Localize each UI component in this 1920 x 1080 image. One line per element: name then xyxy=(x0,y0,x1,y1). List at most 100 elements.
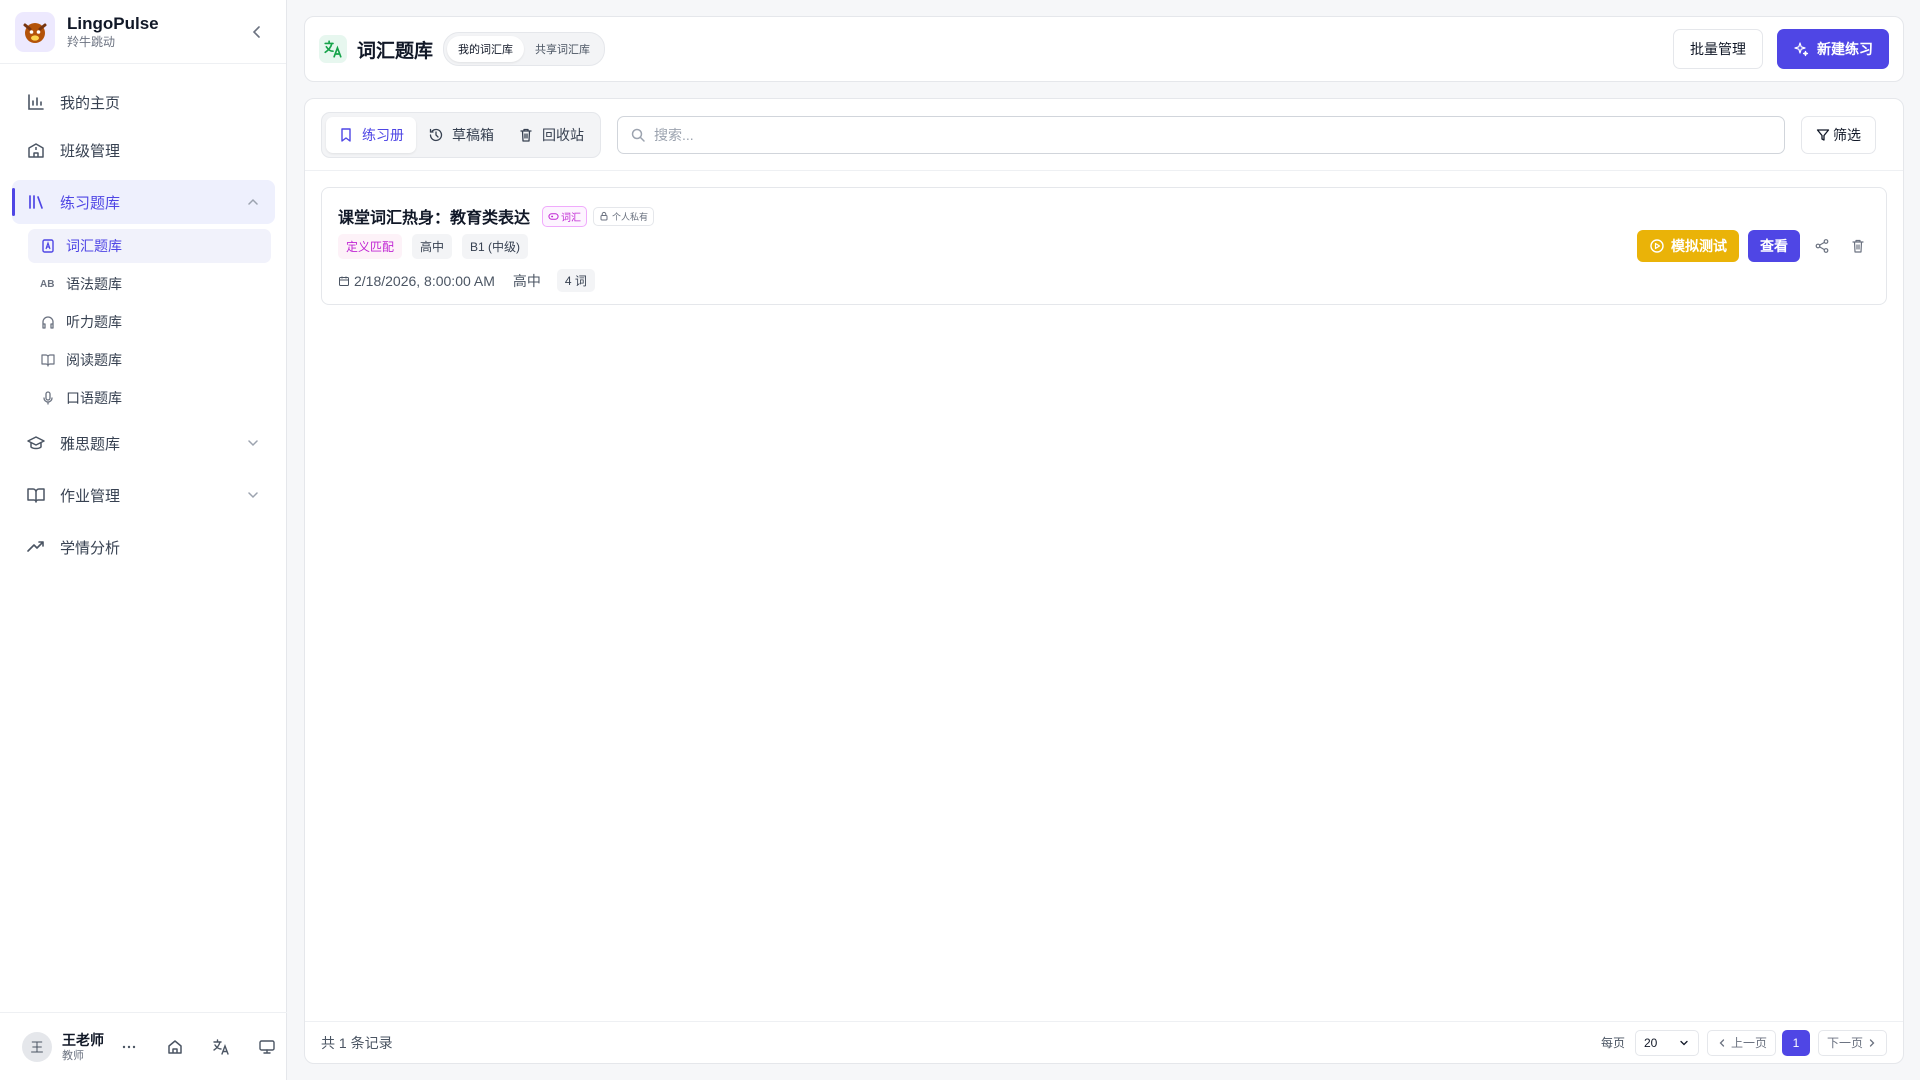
card-level: 高中 xyxy=(512,272,541,289)
sidebar-subitem-label: 听力题库 xyxy=(66,314,122,330)
chevron-down-icon xyxy=(245,487,261,503)
mock-test-button[interactable]: 模拟测试 xyxy=(1637,230,1739,262)
sidebar-item-label: 雅思题库 xyxy=(60,435,121,453)
word-count-badge: 4 词 xyxy=(556,269,595,292)
lock-icon xyxy=(600,211,608,221)
library-scope-toggle: 我的词汇库 共享词汇库 xyxy=(443,32,606,66)
sidebar-subitem-label: 词汇题库 xyxy=(66,238,122,254)
chevron-down-icon xyxy=(1680,1040,1688,1045)
new-practice-button[interactable]: 新建练习 xyxy=(1777,29,1889,69)
segment-my-library[interactable]: 我的词汇库 xyxy=(447,36,525,62)
user-role: 教师 xyxy=(62,1049,84,1062)
tab-workbook[interactable]: 练习册 xyxy=(326,116,416,153)
chevron-down-icon xyxy=(245,435,261,451)
sidebar-item-label: 练习题库 xyxy=(60,194,121,212)
toolbar: 练习册 草稿箱 回收站 筛选 xyxy=(305,99,1903,171)
tab-drafts[interactable]: 草稿箱 xyxy=(416,117,506,153)
sidebar-item-label: 班级管理 xyxy=(60,142,121,160)
page-size-select[interactable]: 20 xyxy=(1634,1029,1699,1056)
privacy-tag: 个人私有 xyxy=(593,206,655,226)
home-icon[interactable] xyxy=(160,1032,190,1062)
card-date: 2/18/2026, 8:00:00 AM xyxy=(354,272,495,289)
school-icon xyxy=(26,140,46,160)
card-title: 课堂词汇热身：教育类表达 xyxy=(338,210,531,227)
app-name: LingoPulse xyxy=(67,13,159,33)
gamepad-icon xyxy=(548,212,559,220)
page-title: 词汇题库 xyxy=(357,40,434,62)
book-open-icon xyxy=(26,485,46,505)
chevron-left-icon xyxy=(1719,1038,1725,1047)
tab-label: 练习册 xyxy=(362,126,404,143)
sidebar-item-label: 作业管理 xyxy=(60,487,121,505)
sidebar-item-practice-bank[interactable]: 练习题库 xyxy=(12,180,275,224)
sidebar-subitem-grammar[interactable]: AB 语法题库 xyxy=(28,267,271,301)
user-bar: 王 王老师 教师 xyxy=(0,1012,287,1080)
sidebar-subitem-speaking[interactable]: 口语题库 xyxy=(28,381,271,415)
sidebar-item-homework[interactable]: 作业管理 xyxy=(12,473,275,517)
sidebar-subitem-reading[interactable]: 阅读题库 xyxy=(28,343,271,377)
sidebar-subitem-listening[interactable]: 听力题库 xyxy=(28,305,271,339)
more-icon[interactable] xyxy=(114,1032,144,1062)
page-header: 词汇题库 我的词汇库 共享词汇库 批量管理 新建练习 xyxy=(304,16,1904,82)
chevron-up-icon xyxy=(245,194,261,210)
user-name: 王老师 xyxy=(62,1031,104,1048)
delete-icon[interactable] xyxy=(1844,232,1872,260)
trending-up-icon xyxy=(26,537,46,557)
sidebar-item-ielts[interactable]: 雅思题库 xyxy=(12,421,275,465)
main-panel: 练习册 草稿箱 回收站 筛选 课堂词汇热身：教育类表达 词汇 xyxy=(304,98,1904,1064)
language-icon[interactable] xyxy=(206,1032,236,1062)
sidebar-item-home[interactable]: 我的主页 xyxy=(12,80,275,124)
sidebar: LingoPulse 羚牛跳动 我的主页 班级管理 练习题库 词汇题库 AB 语… xyxy=(0,0,287,1080)
headphones-icon xyxy=(40,314,56,330)
sidebar-item-analytics[interactable]: 学情分析 xyxy=(12,525,275,569)
history-icon xyxy=(429,128,443,141)
vocab-icon xyxy=(40,238,56,254)
pagination-bar: 共 1 条记录 每页 20 上一页 1 下一页 xyxy=(305,1021,1903,1063)
sidebar-item-label: 学情分析 xyxy=(60,539,121,557)
page-number-1[interactable]: 1 xyxy=(1781,1029,1810,1056)
next-page-button[interactable]: 下一页 xyxy=(1817,1029,1887,1056)
sidebar-item-classes[interactable]: 班级管理 xyxy=(12,128,275,172)
filter-icon xyxy=(1816,128,1830,141)
book-icon xyxy=(40,352,56,368)
monitor-icon[interactable] xyxy=(252,1032,282,1062)
app-subtitle: 羚牛跳动 xyxy=(67,34,116,49)
tab-label: 回收站 xyxy=(542,126,584,143)
language-icon xyxy=(319,35,347,63)
batch-manage-button[interactable]: 批量管理 xyxy=(1673,29,1763,69)
avatar[interactable]: 王 xyxy=(22,1031,52,1062)
mic-icon xyxy=(40,390,56,406)
view-button[interactable]: 查看 xyxy=(1748,230,1800,262)
total-records: 共 1 条记录 xyxy=(321,1034,393,1051)
app-logo xyxy=(15,11,55,52)
sidebar-subitem-label: 阅读题库 xyxy=(66,352,122,368)
prev-page-button[interactable]: 上一页 xyxy=(1706,1029,1776,1056)
play-circle-icon xyxy=(1650,239,1664,253)
brand: LingoPulse 羚牛跳动 xyxy=(0,0,286,64)
bar-chart-icon xyxy=(26,92,46,112)
library-icon xyxy=(26,192,46,212)
search-input[interactable] xyxy=(654,126,1754,143)
chevron-right-icon xyxy=(1869,1038,1875,1047)
per-page-label: 每页 xyxy=(1600,1036,1625,1050)
tab-label: 草稿箱 xyxy=(452,126,494,143)
sidebar-subitem-label: 口语题库 xyxy=(66,390,122,406)
calendar-icon xyxy=(339,276,349,286)
filter-button[interactable]: 筛选 xyxy=(1801,115,1876,154)
status-tabs: 练习册 草稿箱 回收站 xyxy=(321,111,601,158)
chevron-left-icon xyxy=(252,25,260,38)
question-type-chip: 定义匹配 xyxy=(338,234,403,259)
filter-label: 筛选 xyxy=(1833,126,1861,143)
tab-recycle-bin[interactable]: 回收站 xyxy=(506,117,596,153)
grade-chip: 高中 xyxy=(412,234,453,259)
sidebar-subitem-vocab[interactable]: 词汇题库 xyxy=(28,229,271,263)
sidebar-item-label: 我的主页 xyxy=(60,94,121,112)
share-icon[interactable] xyxy=(1808,232,1836,260)
practice-card[interactable]: 课堂词汇热身：教育类表达 词汇 个人私有 定义匹配 高中 B1 (中级) 2/1… xyxy=(321,187,1887,305)
bookmark-icon xyxy=(341,127,351,142)
ab-icon: AB xyxy=(40,278,55,290)
pager: 每页 20 上一页 1 下一页 xyxy=(1600,1029,1887,1056)
segment-shared-library[interactable]: 共享词汇库 xyxy=(524,36,601,62)
collapse-sidebar-button[interactable] xyxy=(243,18,271,46)
cefr-level-chip: B1 (中级) xyxy=(462,234,529,259)
